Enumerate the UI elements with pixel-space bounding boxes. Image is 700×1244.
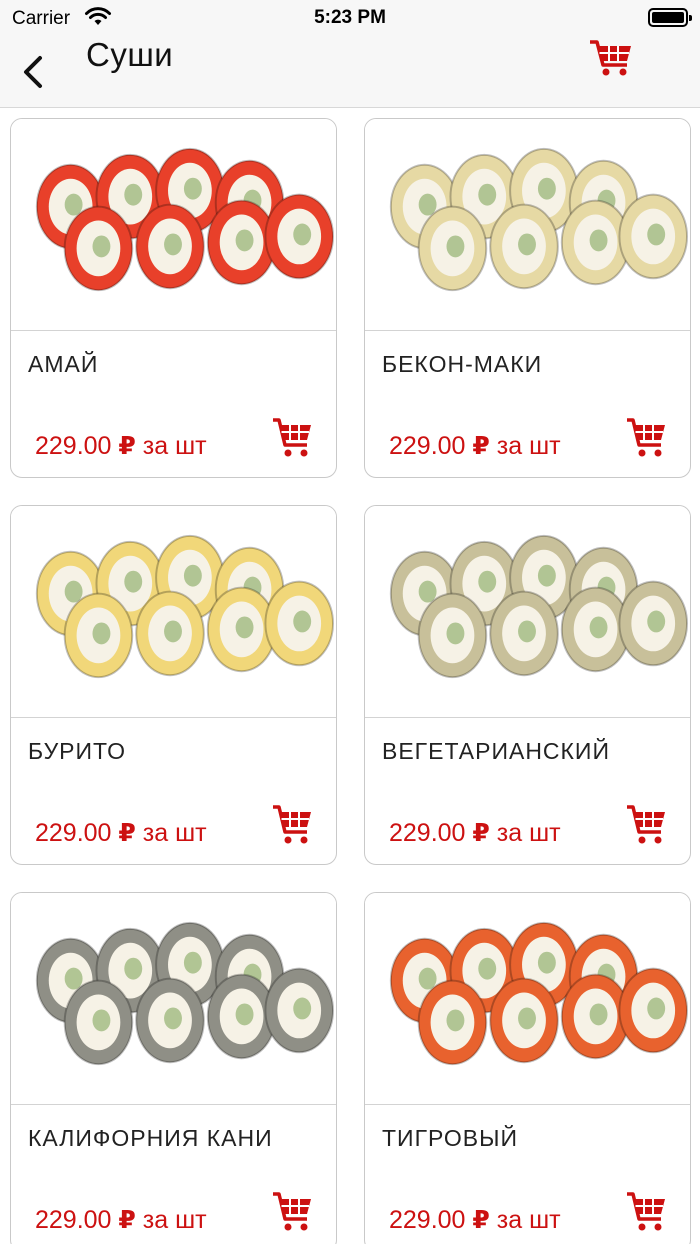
product-name: БЕКОН-МАКИ [382,351,543,377]
battery-icon [648,8,692,27]
header-cart-button[interactable] [588,38,634,78]
chevron-left-icon [24,56,42,88]
product-name: БУРИТО [28,738,126,764]
price-value: 229.00 [35,819,112,847]
status-time: 5:23 PM [314,7,386,28]
product-price: 229.00 ₽ за шт [35,1205,207,1235]
price-unit: за шт [142,432,207,460]
product-card[interactable]: БУРИТО 229.00 ₽ за шт [10,505,337,865]
cart-icon [627,1192,665,1231]
product-price: 229.00 ₽ за шт [35,818,207,848]
product-image[interactable] [11,893,336,1105]
price-value: 229.00 [35,432,112,460]
cart-icon [273,805,311,844]
product-card[interactable]: ТИГРОВЫЙ 229.00 ₽ за шт [364,892,691,1244]
product-card[interactable]: ВЕГЕТАРИАНСКИЙ 229.00 ₽ за шт [364,505,691,865]
cart-icon [273,418,311,457]
currency-symbol: ₽ [118,1206,136,1234]
add-to-cart-button[interactable] [271,415,313,459]
add-to-cart-button[interactable] [625,1189,667,1233]
price-unit: за шт [496,1206,561,1234]
page-title: Суши [86,36,174,73]
product-name: ВЕГЕТАРИАНСКИЙ [382,738,610,764]
price-unit: за шт [142,819,207,847]
product-price: 229.00 ₽ за шт [389,818,561,848]
currency-symbol: ₽ [118,432,136,460]
product-image[interactable] [11,119,336,331]
product-price: 229.00 ₽ за шт [389,431,561,461]
cart-icon [273,1192,311,1231]
add-to-cart-button[interactable] [625,415,667,459]
price-value: 229.00 [389,1206,466,1234]
back-button[interactable] [14,50,54,94]
product-card[interactable]: БЕКОН-МАКИ 229.00 ₽ за шт [364,118,691,478]
product-name: ТИГРОВЫЙ [382,1125,518,1151]
currency-symbol: ₽ [472,819,490,847]
price-unit: за шт [142,1206,207,1234]
price-value: 229.00 [35,1206,112,1234]
product-card[interactable]: КАЛИФОРНИЯ КАНИ 229.00 ₽ за шт [10,892,337,1244]
navigation-bar: Суши [0,36,700,108]
currency-symbol: ₽ [472,432,490,460]
product-image[interactable] [365,893,690,1105]
cart-icon [627,418,665,457]
currency-symbol: ₽ [472,1206,490,1234]
product-image[interactable] [365,506,690,718]
product-name: КАЛИФОРНИЯ КАНИ [28,1125,273,1151]
price-value: 229.00 [389,432,466,460]
add-to-cart-button[interactable] [271,1189,313,1233]
product-name: АМАЙ [28,351,99,377]
product-card[interactable]: АМАЙ 229.00 ₽ за шт [10,118,337,478]
product-price: 229.00 ₽ за шт [389,1205,561,1235]
product-image[interactable] [365,119,690,331]
price-value: 229.00 [389,819,466,847]
add-to-cart-button[interactable] [625,802,667,846]
cart-icon [627,805,665,844]
cart-icon [590,40,631,76]
product-price: 229.00 ₽ за шт [35,431,207,461]
price-unit: за шт [496,432,561,460]
currency-symbol: ₽ [118,819,136,847]
product-image[interactable] [11,506,336,718]
status-bar: Carrier 5:23 PM [0,0,700,36]
price-unit: за шт [496,819,561,847]
add-to-cart-button[interactable] [271,802,313,846]
